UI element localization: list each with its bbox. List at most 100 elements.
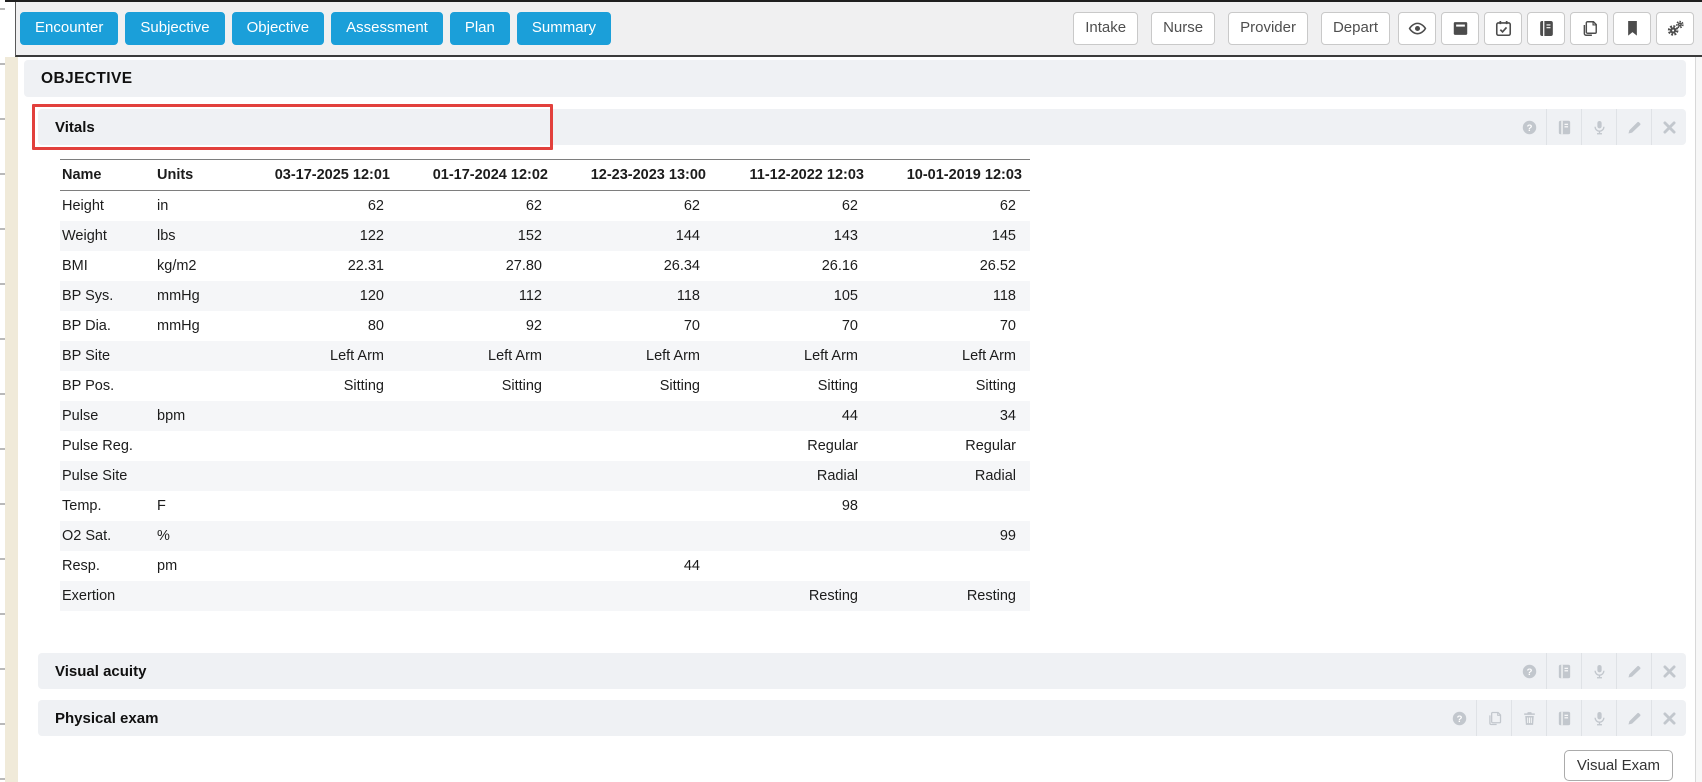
vital-value: Sitting xyxy=(398,371,556,401)
microphone-icon[interactable] xyxy=(1581,653,1616,689)
vitals-row-pulse-reg: Pulse Reg.RegularRegular xyxy=(60,431,1030,461)
vital-name: BP Dia. xyxy=(60,311,155,341)
panel-resize-gutter xyxy=(0,0,5,782)
vital-name: BP Sys. xyxy=(60,281,155,311)
footer-actions: Visual Exam xyxy=(18,750,1673,781)
vital-value: 118 xyxy=(556,281,714,311)
close-icon[interactable] xyxy=(1651,653,1686,689)
pencil-icon[interactable] xyxy=(1616,700,1651,736)
bookmark-button[interactable] xyxy=(1613,12,1651,45)
vital-value: 62 xyxy=(714,191,872,222)
stage-button-depart[interactable]: Depart xyxy=(1321,12,1390,45)
vital-value: 143 xyxy=(714,221,872,251)
objective-header: OBJECTIVE xyxy=(24,60,1686,97)
section-actions-vitals xyxy=(1512,109,1686,145)
section-bar-visual-acuity: Visual acuity xyxy=(38,653,1686,689)
vital-value: 122 xyxy=(240,221,398,251)
book-icon[interactable] xyxy=(1546,700,1581,736)
archive-button[interactable] xyxy=(1441,12,1479,45)
vital-value: 44 xyxy=(556,551,714,581)
copy-icon[interactable] xyxy=(1476,700,1511,736)
nav-button-plan[interactable]: Plan xyxy=(450,12,510,45)
microphone-icon[interactable] xyxy=(1581,109,1616,145)
column-header-11-12-2022-12-03: 11-12-2022 12:03 xyxy=(714,160,872,191)
vital-value: 118 xyxy=(872,281,1030,311)
vital-value: Sitting xyxy=(872,371,1030,401)
vital-units: mmHg xyxy=(155,311,240,341)
vital-value: Sitting xyxy=(240,371,398,401)
vital-value xyxy=(556,581,714,611)
nav-button-objective[interactable]: Objective xyxy=(232,12,325,45)
nav-button-subjective[interactable]: Subjective xyxy=(125,12,224,45)
vital-value: Left Arm xyxy=(714,341,872,371)
vital-value: 70 xyxy=(714,311,872,341)
close-icon[interactable] xyxy=(1651,700,1686,736)
side-panel-strip xyxy=(5,57,18,782)
visual-acuity-section: Visual acuity xyxy=(38,653,1686,689)
bookmark-icon xyxy=(1623,19,1642,38)
section-title-physical-exam: Physical exam xyxy=(55,710,158,727)
vital-value: Regular xyxy=(872,431,1030,461)
column-header-12-23-2023-13-00: 12-23-2023 13:00 xyxy=(556,160,714,191)
vital-name: Temp. xyxy=(60,491,155,521)
microphone-icon[interactable] xyxy=(1581,700,1616,736)
encounter-content: OBJECTIVE Vitals NameUnits03-17-2025 12:… xyxy=(18,57,1695,782)
vitals-row-bp-sys: BP Sys.mmHg120112118105118 xyxy=(60,281,1030,311)
vital-value xyxy=(240,491,398,521)
vital-value xyxy=(714,551,872,581)
copy-button[interactable] xyxy=(1570,12,1608,45)
vitals-row-exertion: ExertionRestingResting xyxy=(60,581,1030,611)
column-header-name: Name xyxy=(60,160,155,191)
column-header-03-17-2025-12-01: 03-17-2025 12:01 xyxy=(240,160,398,191)
vital-value xyxy=(872,491,1030,521)
vital-value xyxy=(556,401,714,431)
scrollbar[interactable] xyxy=(1695,57,1702,782)
vital-value: 99 xyxy=(872,521,1030,551)
stage-button-provider[interactable]: Provider xyxy=(1228,12,1308,45)
pencil-icon[interactable] xyxy=(1616,109,1651,145)
vital-units: % xyxy=(155,521,240,551)
vital-name: Pulse Site xyxy=(60,461,155,491)
vital-value: Left Arm xyxy=(240,341,398,371)
visual-exam-button[interactable]: Visual Exam xyxy=(1564,750,1673,781)
book-icon[interactable] xyxy=(1546,109,1581,145)
book-button[interactable] xyxy=(1527,12,1565,45)
eye-button[interactable] xyxy=(1398,12,1436,45)
vital-units xyxy=(155,581,240,611)
encounter-toolbar: EncounterSubjectiveObjectiveAssessmentPl… xyxy=(15,2,1702,57)
book-icon[interactable] xyxy=(1546,653,1581,689)
close-icon[interactable] xyxy=(1651,109,1686,145)
vitals-row-bp-pos: BP Pos.SittingSittingSittingSittingSitti… xyxy=(60,371,1030,401)
vital-value xyxy=(240,581,398,611)
vital-value xyxy=(872,551,1030,581)
stage-button-nurse[interactable]: Nurse xyxy=(1151,12,1215,45)
help-icon[interactable] xyxy=(1512,653,1546,689)
vitals-row-o2-sat: O2 Sat.%99 xyxy=(60,521,1030,551)
vital-name: Pulse xyxy=(60,401,155,431)
section-actions-visual-acuity xyxy=(1512,653,1686,689)
help-icon[interactable] xyxy=(1512,109,1546,145)
copy-icon xyxy=(1580,19,1599,38)
gears-button[interactable] xyxy=(1656,12,1694,45)
stage-button-group: Intake Nurse Provider Depart xyxy=(1073,12,1390,45)
nav-button-assessment[interactable]: Assessment xyxy=(331,12,443,45)
help-icon[interactable] xyxy=(1442,700,1476,736)
vitals-row-temp: Temp.F98 xyxy=(60,491,1030,521)
vital-value xyxy=(240,401,398,431)
stage-button-intake[interactable]: Intake xyxy=(1073,12,1138,45)
nav-button-summary[interactable]: Summary xyxy=(517,12,611,45)
pencil-icon[interactable] xyxy=(1616,653,1651,689)
vital-value xyxy=(240,431,398,461)
section-actions-physical-exam xyxy=(1442,700,1686,736)
vital-value: Sitting xyxy=(714,371,872,401)
vital-value xyxy=(398,461,556,491)
vital-value xyxy=(398,401,556,431)
calendar-check-button[interactable] xyxy=(1484,12,1522,45)
vital-units: F xyxy=(155,491,240,521)
vital-value: 112 xyxy=(398,281,556,311)
archive-icon xyxy=(1451,19,1470,38)
vital-value: Radial xyxy=(872,461,1030,491)
trash-icon[interactable] xyxy=(1511,700,1546,736)
column-header-10-01-2019-12-03: 10-01-2019 12:03 xyxy=(872,160,1030,191)
nav-button-encounter[interactable]: Encounter xyxy=(20,12,118,45)
